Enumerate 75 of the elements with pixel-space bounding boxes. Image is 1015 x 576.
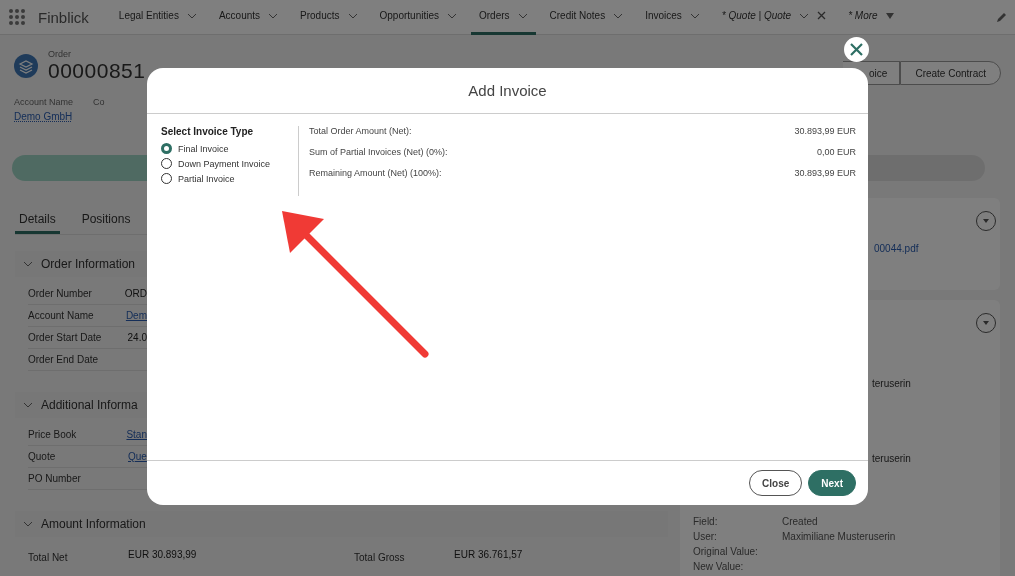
chevron-down-icon	[347, 12, 358, 19]
chevron-down-icon	[689, 12, 700, 19]
record-number: 00000851	[48, 59, 146, 83]
pencil-icon[interactable]	[996, 11, 1007, 23]
field-label: PO Number	[28, 472, 82, 486]
chevron-down-icon	[23, 521, 33, 527]
chevron-down-icon	[613, 12, 624, 19]
app-name: Finblick	[38, 8, 89, 26]
amount-label: Remaining Amount (Net) (100%):	[309, 168, 442, 180]
chevron-down-icon	[447, 12, 457, 19]
nav-tab[interactable]: Credit Notes	[541, 0, 632, 35]
chevron-down-icon	[268, 12, 279, 19]
history-label: Original Value:	[693, 545, 759, 559]
caret-icon	[983, 219, 989, 223]
history-text: teruserin	[872, 453, 911, 464]
chevron-down-icon	[517, 12, 528, 19]
history-text: teruserin	[872, 378, 911, 389]
nav-tab[interactable]: Orders	[471, 0, 536, 35]
field-label: Order End Date	[28, 353, 100, 367]
field-link[interactable]: Dem	[125, 310, 147, 321]
field-label: Total Net	[28, 551, 69, 565]
field-label: Order Start Date	[28, 331, 103, 345]
chevron-down-icon	[186, 12, 197, 19]
group-heading: Select Invoice Type	[161, 126, 255, 137]
action-button[interactable]: Create Contract	[900, 61, 1001, 85]
field-label: Account Name	[28, 309, 95, 323]
field-link[interactable]: Que	[128, 451, 147, 462]
path-stage[interactable]	[865, 155, 985, 181]
field-label: Price Book	[28, 428, 78, 442]
next-button[interactable]: Next	[808, 470, 856, 496]
nav-tab[interactable]: Opportunities	[371, 0, 465, 35]
close-button[interactable]	[844, 37, 869, 62]
amount-value: 30.893,99 EUR	[794, 126, 856, 138]
history-value: Maximiliane Musteruserin	[782, 530, 896, 544]
record-type: Order	[48, 49, 72, 59]
history-label: New Value:	[693, 560, 745, 574]
close-button[interactable]: Close	[749, 470, 803, 496]
radio-label: Final Invoice	[178, 143, 229, 154]
nav-tab[interactable]: Accounts	[210, 0, 287, 35]
detail-tab[interactable]: Details	[15, 208, 60, 234]
radio-button[interactable]	[161, 143, 172, 154]
chevron-down-icon	[799, 12, 810, 19]
field-link[interactable]: Stan	[126, 429, 147, 440]
app-launcher-icon[interactable]	[8, 8, 26, 26]
caret-icon	[983, 321, 989, 325]
detail-tab[interactable]: Positions	[77, 208, 135, 234]
nav-tab[interactable]: * Quote | Quote	[713, 0, 835, 35]
field-label: Order Number	[28, 287, 93, 301]
history-value: Created	[782, 515, 818, 529]
chevron-down-icon	[23, 402, 33, 408]
close-icon	[850, 43, 863, 56]
amount-value: 0,00 EUR	[816, 147, 856, 159]
radio-label: Partial Invoice	[178, 173, 235, 184]
field-label: Quote	[28, 450, 57, 464]
nav-tab[interactable]: Invoices	[637, 0, 708, 35]
amount-value: 30.893,99 EUR	[794, 168, 856, 180]
history-label: User:	[693, 530, 718, 544]
field-label: Total Gross	[354, 551, 406, 565]
nav-tab[interactable]: * More	[840, 0, 902, 35]
dialog-title: Add Invoice	[147, 68, 868, 114]
caret-icon	[885, 12, 894, 19]
amount-label: Sum of Partial Invoices (Net) (0%):	[309, 147, 448, 159]
chevron-down-icon	[23, 261, 33, 267]
radio-label: Down Payment Invoice	[178, 158, 271, 169]
field-label: Co	[93, 97, 105, 107]
history-label: Field:	[693, 515, 719, 529]
nav-tab[interactable]: Legal Entities	[110, 0, 205, 35]
account-link[interactable]: Demo GmbH	[14, 111, 74, 122]
field-value: EUR 30.893,99	[128, 549, 197, 562]
close-icon[interactable]	[817, 11, 827, 20]
amount-label: Total Order Amount (Net):	[309, 126, 412, 138]
layers-icon	[14, 54, 38, 78]
field-value: EUR 36.761,57	[454, 549, 523, 562]
nav-tab[interactable]: Products	[292, 0, 366, 35]
field-label: Account Name	[14, 97, 74, 107]
